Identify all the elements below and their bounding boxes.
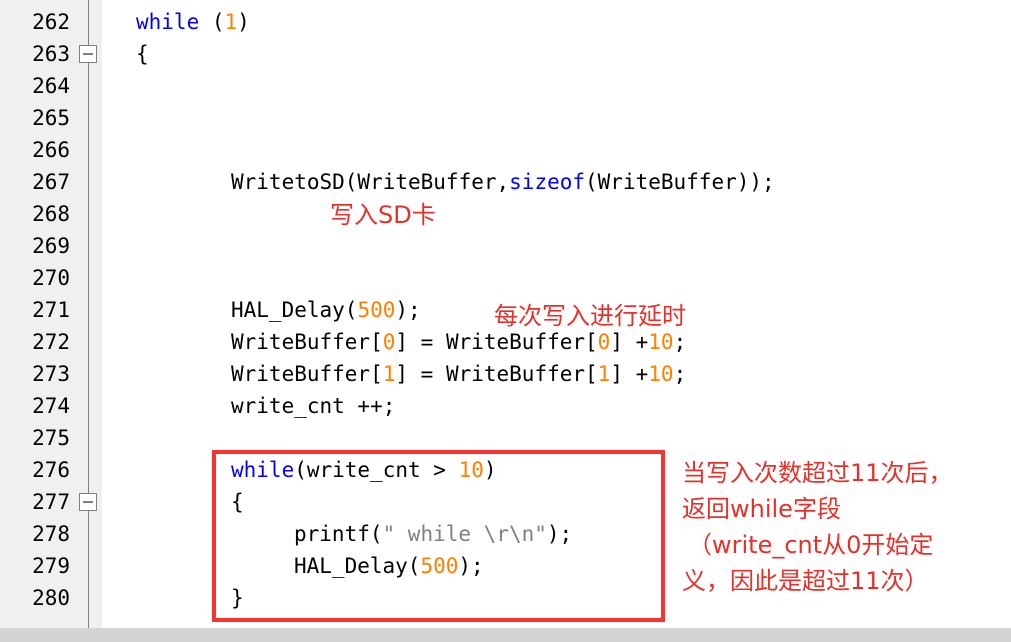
- code-text: (: [199, 10, 225, 34]
- line-number: 276: [32, 458, 70, 482]
- line-number: 270: [32, 266, 70, 290]
- code-text: ] = WriteBuffer[: [395, 330, 598, 354]
- number-literal: 10: [648, 362, 674, 386]
- line-number: 269: [32, 234, 70, 258]
- line-number: 265: [32, 106, 70, 130]
- code-line-274: write_cnt ++;: [231, 394, 396, 418]
- code-text: ): [237, 10, 250, 34]
- line-number: 274: [32, 394, 70, 418]
- number-literal: 500: [357, 298, 396, 322]
- annotation-condition-line: （write_cnt从0开始定: [688, 531, 934, 559]
- line-number: 267: [32, 170, 70, 194]
- code-text: WriteBuffer[: [231, 330, 383, 354]
- code-editor[interactable]: 262 263 264 265 266 267 268 269 270 271 …: [0, 0, 1011, 642]
- code-line-271: HAL_Delay(500);: [231, 294, 421, 326]
- annotation-condition-line: 当写入次数超过11次后，: [682, 459, 953, 487]
- line-number: 268: [32, 202, 70, 226]
- number-literal: 10: [648, 330, 674, 354]
- code-text: ] = WriteBuffer[: [395, 362, 598, 386]
- line-number: 271: [32, 298, 70, 322]
- code-text: WritetoSD(WriteBuffer,: [231, 170, 510, 194]
- code-line-273: WriteBuffer[1] = WriteBuffer[1] +10;: [231, 358, 686, 390]
- code-text: HAL_Delay(: [231, 298, 358, 322]
- code-text: ;: [673, 330, 687, 354]
- code-text: ] +: [610, 330, 649, 354]
- annotation-condition-line: 返回while字段: [682, 495, 841, 523]
- line-number: 264: [32, 74, 70, 98]
- code-text: (WriteBuffer));: [585, 170, 775, 194]
- horizontal-scrollbar[interactable]: [0, 628, 1011, 642]
- number-literal: 0: [597, 330, 611, 354]
- highlight-box: [212, 450, 665, 622]
- line-number: 266: [32, 138, 70, 162]
- number-literal: 1: [224, 10, 238, 34]
- line-number: 275: [32, 426, 70, 450]
- keyword: while: [136, 10, 200, 34]
- line-number: 263: [32, 42, 70, 66]
- number-literal: 1: [597, 362, 611, 386]
- line-number: 278: [32, 522, 70, 546]
- number-literal: 1: [382, 362, 396, 386]
- code-text: ;: [673, 362, 687, 386]
- annotation-write-sd: 写入SD卡: [330, 201, 436, 229]
- code-line-262: while (1): [136, 6, 250, 38]
- line-number: 280: [32, 586, 70, 610]
- line-number: 279: [32, 554, 70, 578]
- code-text: ] +: [610, 362, 649, 386]
- line-number: 272: [32, 330, 70, 354]
- number-literal: 0: [382, 330, 396, 354]
- keyword: sizeof: [509, 170, 586, 194]
- annotation-condition-line: 义，因此是超过11次）: [682, 567, 929, 595]
- line-number: 262: [32, 10, 70, 34]
- fold-margin-line: [88, 0, 89, 628]
- annotation-delay: 每次写入进行延时: [494, 302, 686, 330]
- code-line-263: {: [136, 42, 149, 66]
- code-text: );: [395, 298, 421, 322]
- code-text: WriteBuffer[: [231, 362, 383, 386]
- line-number: 273: [32, 362, 70, 386]
- code-line-267: WritetoSD(WriteBuffer,sizeof(WriteBuffer…: [231, 166, 775, 198]
- line-number: 277: [32, 490, 70, 514]
- fold-collapse-icon[interactable]: [79, 493, 97, 511]
- fold-collapse-icon[interactable]: [79, 45, 97, 63]
